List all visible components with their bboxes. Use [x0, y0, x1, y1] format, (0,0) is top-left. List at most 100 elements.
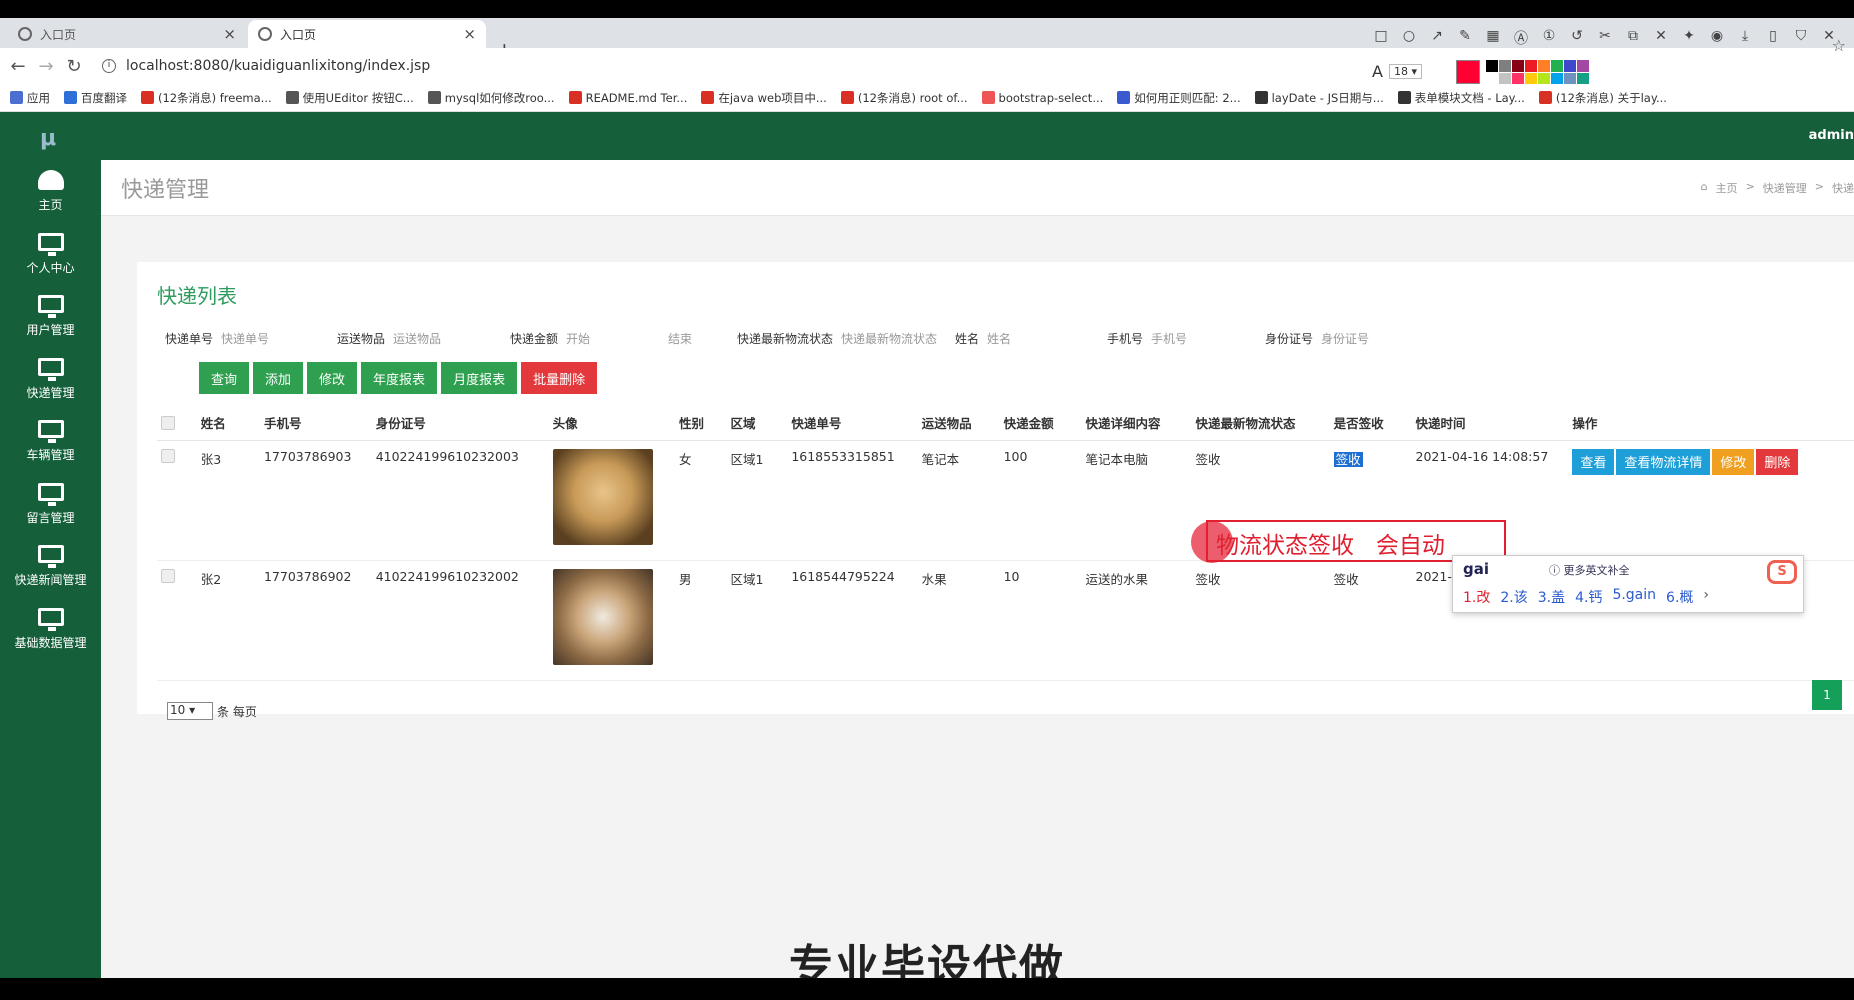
color-swatch[interactable] [1551, 60, 1563, 72]
forward-icon[interactable]: → [32, 56, 60, 77]
info-icon[interactable]: i [102, 59, 116, 73]
ime-candidate[interactable]: 3.盖 [1538, 587, 1565, 607]
color-swatch[interactable] [1512, 60, 1524, 72]
bookmark-tool-icon[interactable]: ⛉ [1792, 28, 1810, 48]
bookmark-item[interactable]: layDate - JS日期与... [1254, 90, 1384, 106]
bookmark-item[interactable]: 在java web项目中... [701, 90, 827, 106]
column-header: 区域 [726, 406, 788, 441]
back-icon[interactable]: ← [4, 56, 32, 77]
filter-input[interactable]: 身份证号 [1321, 332, 1369, 346]
record-icon[interactable]: ◉ [1708, 28, 1726, 48]
page-size-select[interactable]: 10 ▾ [167, 702, 213, 720]
shape-tool-icon[interactable]: ✂ [1596, 28, 1614, 48]
undo-icon[interactable]: ↺ [1568, 28, 1586, 48]
filter-input[interactable]: 快递最新物流状态 [841, 332, 937, 346]
number-tool-icon[interactable]: ① [1540, 28, 1558, 48]
browser-tab-2[interactable]: 入口页 × [248, 20, 486, 48]
view-button[interactable]: 查看 [1572, 448, 1615, 475]
mosaic-tool-icon[interactable]: ▦ [1484, 28, 1502, 48]
text-tool-icon[interactable]: Ⓐ [1512, 28, 1530, 48]
cross-tool-icon[interactable]: ✕ [1652, 28, 1670, 48]
sidebar-item[interactable]: 快递新闻管理 [0, 539, 101, 601]
row-edit-button[interactable]: 修改 [1712, 448, 1755, 475]
ime-candidate[interactable]: 5.gain [1612, 587, 1656, 607]
filter-tracking[interactable]: 快递单号 快递单号 [165, 330, 269, 347]
batch-delete-button[interactable]: 批量删除 [521, 362, 598, 394]
color-swatch[interactable] [1525, 60, 1537, 72]
sidebar-item[interactable]: 主页 [0, 164, 101, 226]
bookmark-item[interactable]: (12条消息) freema... [141, 90, 272, 106]
close-icon[interactable]: × [463, 25, 476, 43]
ime-more-completions[interactable]: ⓘ 更多英文补全 [1549, 562, 1630, 578]
select-all-checkbox[interactable] [161, 415, 175, 430]
bookmark-item[interactable]: (12条消息) root of... [840, 90, 968, 106]
browser-tab-1[interactable]: 入口页 × [8, 20, 246, 48]
breadcrumb-home[interactable]: 主页 [1716, 180, 1738, 196]
bookmark-item[interactable]: 百度翻译 [64, 90, 127, 106]
monthly-report-button[interactable]: 月度报表 [441, 362, 518, 394]
filter-input[interactable]: 手机号 [1151, 332, 1187, 346]
sidebar-item[interactable]: 车辆管理 [0, 414, 101, 476]
edit-button[interactable]: 修改 [307, 362, 358, 394]
filter-amount-start[interactable]: 快递金额 开始 [510, 330, 590, 347]
sidebar-item[interactable]: 用户管理 [0, 289, 101, 351]
pin-icon[interactable]: ⧉ [1624, 28, 1642, 48]
sidebar-item[interactable]: 留言管理 [0, 477, 101, 539]
download-icon[interactable]: ⤓ [1736, 28, 1754, 48]
row-checkbox[interactable] [161, 448, 175, 463]
yearly-report-button[interactable]: 年度报表 [361, 362, 438, 394]
ime-candidate[interactable]: 4.钙 [1575, 587, 1602, 607]
filter-input[interactable]: 运送物品 [393, 332, 441, 346]
query-button[interactable]: 查询 [199, 362, 250, 394]
filter-input[interactable]: 姓名 [987, 332, 1011, 346]
row-delete-button[interactable]: 删除 [1756, 448, 1799, 475]
bookmark-item[interactable]: README.md Ter... [568, 91, 687, 105]
breadcrumb-section[interactable]: 快递管理 [1763, 180, 1807, 196]
arrow-tool-icon[interactable]: ↗ [1428, 28, 1446, 48]
color-swatch[interactable] [1499, 60, 1511, 72]
filter-input[interactable]: 快递单号 [221, 332, 269, 346]
add-button[interactable]: 添加 [253, 362, 304, 394]
current-color-swatch[interactable] [1456, 60, 1480, 84]
rectangle-tool-icon[interactable]: □ [1372, 28, 1390, 48]
view-logistics-button[interactable]: 查看物流详情 [1616, 448, 1711, 475]
pen-tool-icon[interactable]: ✎ [1456, 28, 1474, 48]
ime-candidate[interactable]: 1.改 [1463, 587, 1490, 607]
bookmark-item[interactable]: (12条消息) 关于lay... [1538, 90, 1667, 106]
user-menu[interactable]: admin [1809, 128, 1854, 143]
color-swatch[interactable] [1564, 60, 1576, 72]
filter-input[interactable]: 开始 [566, 332, 590, 346]
ime-candidate[interactable]: 2.该 [1500, 587, 1527, 607]
close-icon[interactable]: × [223, 25, 236, 43]
bookmark-item[interactable]: bootstrap-select... [981, 91, 1103, 105]
ellipse-tool-icon[interactable]: ○ [1400, 28, 1418, 48]
color-swatch[interactable] [1538, 60, 1550, 72]
filter-name[interactable]: 姓名 姓名 [955, 330, 1011, 347]
sidebar-item[interactable]: 快递管理 [0, 352, 101, 414]
row-checkbox[interactable] [161, 568, 175, 583]
magic-tool-icon[interactable]: ✦ [1680, 28, 1698, 48]
color-swatch[interactable] [1577, 60, 1589, 72]
sidebar-item[interactable]: 基础数据管理 [0, 602, 101, 664]
bookmark-item[interactable]: 应用 [10, 90, 50, 106]
bookmark-item[interactable]: 使用UEditor 按钮C... [285, 90, 414, 106]
font-size-select[interactable]: 18 ▾ [1388, 64, 1422, 79]
color-swatch[interactable] [1486, 60, 1498, 72]
filter-status[interactable]: 快递最新物流状态 快递最新物流状态 [737, 330, 937, 347]
filter-idcard[interactable]: 身份证号 身份证号 [1265, 330, 1369, 347]
copy-icon[interactable]: ▯ [1764, 28, 1782, 48]
filter-item[interactable]: 运送物品 运送物品 [337, 330, 441, 347]
reload-icon[interactable]: ↻ [60, 56, 88, 77]
ime-candidate[interactable]: 6.概 [1666, 587, 1693, 607]
bookmark-item[interactable]: 表单模块文档 - Lay... [1397, 90, 1525, 106]
url-field[interactable]: i localhost:8080/kuaidiguanlixitong/inde… [102, 58, 430, 74]
ime-next-page-icon[interactable]: › [1703, 587, 1709, 607]
sidebar-item[interactable]: 个人中心 [0, 227, 101, 289]
filter-phone[interactable]: 手机号 手机号 [1107, 330, 1187, 347]
filter-input[interactable]: 结束 [668, 332, 692, 346]
filter-amount-end[interactable]: 结束 [660, 330, 692, 347]
page-1-button[interactable]: 1 [1812, 680, 1842, 710]
bookmark-item[interactable]: 如何用正则匹配: 2... [1117, 90, 1241, 106]
star-icon[interactable]: ☆ [1832, 36, 1846, 55]
bookmark-item[interactable]: mysql如何修改roo... [427, 90, 555, 106]
